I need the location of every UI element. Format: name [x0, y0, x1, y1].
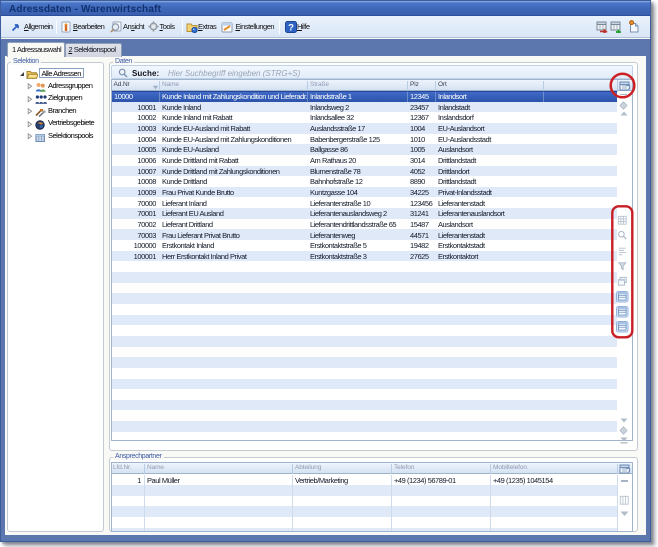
svg-text:?: ?	[288, 22, 294, 33]
